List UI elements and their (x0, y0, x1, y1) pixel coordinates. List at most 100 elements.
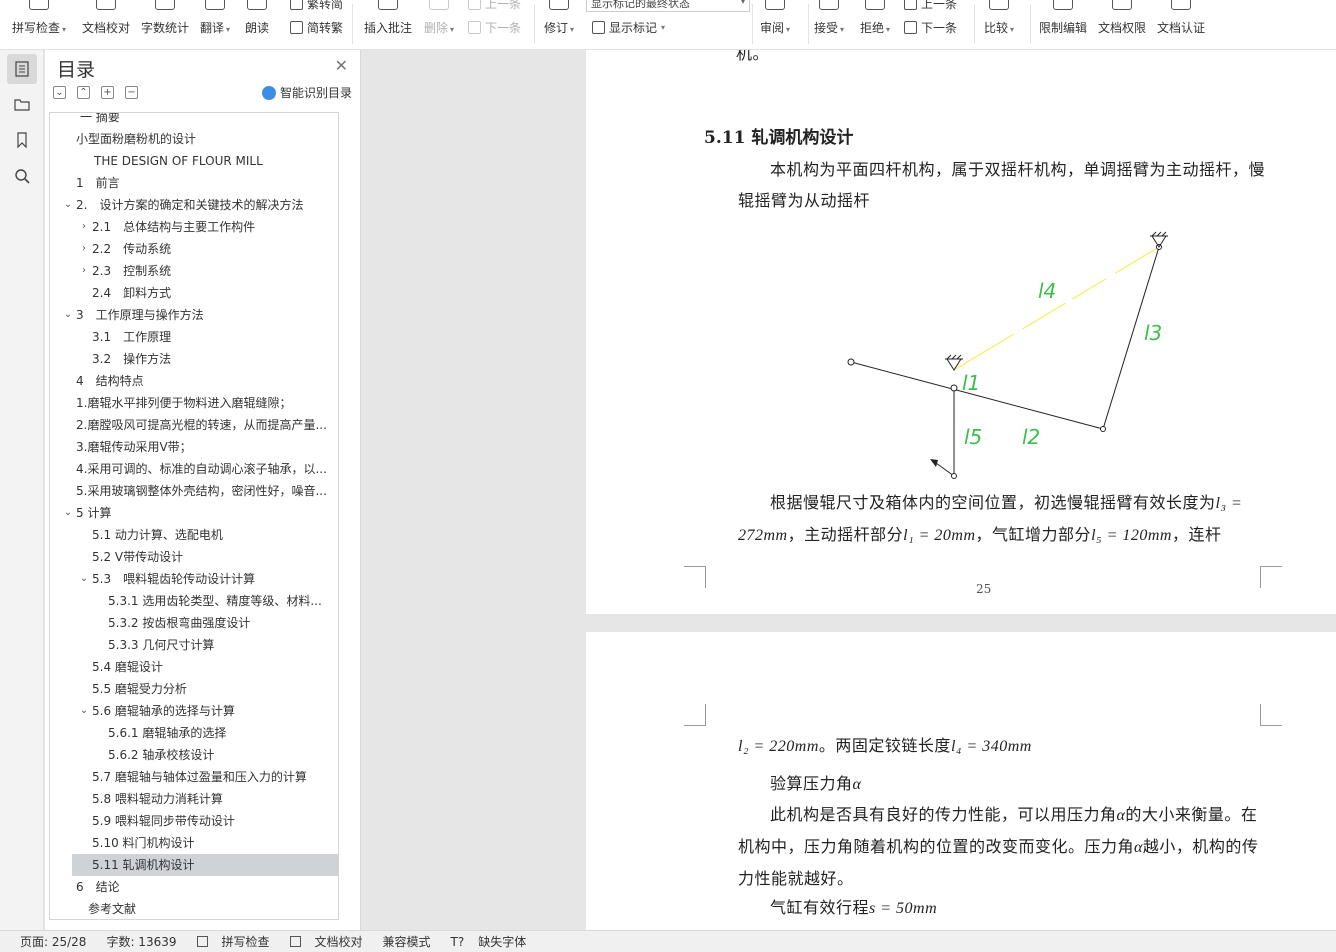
show-markup-icon (592, 20, 605, 34)
toc-item[interactable]: 5.5 磨辊受力分析 (50, 678, 338, 700)
bookmark-rail-button[interactable] (7, 125, 37, 155)
restrict-edit-button[interactable]: 限制编辑 (1039, 0, 1087, 49)
prev-revision-button[interactable]: 上一条 (904, 0, 957, 12)
spellcheck-button[interactable]: 拼写检查 ▾ (12, 0, 66, 49)
toc-item[interactable]: ⌄ 5.6 磨辊轴承的选择与计算 (50, 700, 338, 722)
next-comment-button[interactable]: 下一条 (468, 18, 521, 36)
toc-item[interactable]: › 2.3 控制系统 (50, 260, 338, 282)
side-rail (0, 50, 44, 930)
toc-item[interactable]: 参考文献 (50, 898, 338, 919)
accept-button[interactable]: 接受 ▾ (814, 0, 844, 49)
page-25: 机。 5.11 轧调机构设计 本机构为平面四杆机构，属于双摇杆机构，单调摇臂为主… (586, 50, 1336, 614)
toc-item-selected[interactable]: 5.11 轧调机构设计 (72, 854, 338, 876)
chevron-down-icon[interactable]: ⌄ (78, 700, 90, 722)
chevron-down-icon[interactable]: ⌄ (62, 502, 74, 524)
label-l5: l5 (964, 425, 982, 449)
toc-item[interactable]: 5.6.2 轴承校核设计 (50, 744, 338, 766)
chevron-down-icon[interactable]: ⌄ (78, 568, 90, 590)
word-count-indicator[interactable]: 字数: 13639 (96, 933, 176, 950)
search-rail-button[interactable] (7, 161, 37, 191)
spellcheck-status[interactable]: 拼写检查 (187, 933, 270, 950)
page-corner-mark (1260, 704, 1282, 726)
toc-item[interactable]: 5.3.2 按齿根弯曲强度设计 (50, 612, 338, 634)
toc-item[interactable]: 3.磨辊传动采用V带； (50, 436, 338, 458)
add-heading-icon[interactable]: + (101, 86, 114, 99)
toc-item[interactable]: 4 结构特点 (50, 370, 338, 392)
doc-cert-button[interactable]: 文档认证 (1157, 0, 1205, 49)
toc-item[interactable]: ⌄ 3 工作原理与操作方法 (50, 304, 338, 326)
doc-permission-button[interactable]: 文档权限 (1098, 0, 1146, 49)
toc-item[interactable]: 5.3.3 几何尺寸计算 (50, 634, 338, 656)
toc-list: 一 摘要 小型面粉磨粉机的设计 THE DESIGN OF FLOUR MILL… (49, 112, 339, 920)
toc-rail-button[interactable] (7, 54, 37, 84)
translate-button[interactable]: 翻译 ▾ (200, 0, 230, 49)
missing-font-status[interactable]: T? 缺失字体 (441, 933, 527, 950)
toc-item[interactable]: 5.4 磨辊设计 (50, 656, 338, 678)
revise-button[interactable]: 修订 ▾ (544, 0, 574, 49)
toc-item[interactable]: THE DESIGN OF FLOUR MILL (50, 150, 338, 172)
toc-item[interactable]: 5.7 磨辊轴与轴体过盈量和压入力的计算 (50, 766, 338, 788)
toc-item[interactable]: 6 结论 (50, 876, 338, 898)
toc-item[interactable]: 5.8 喂料辊动力消耗计算 (50, 788, 338, 810)
toc-item[interactable]: 5.6.1 磨辊轴承的选择 (50, 722, 338, 744)
remove-heading-icon[interactable]: − (125, 86, 138, 99)
toc-item[interactable]: 3.1 工作原理 (50, 326, 338, 348)
delete-comment-button[interactable]: 删除 ▾ (424, 0, 454, 49)
insert-comment-button[interactable]: 插入批注 (364, 0, 412, 49)
read-aloud-button[interactable]: 朗读 (245, 0, 269, 49)
joint-left (847, 358, 855, 366)
doc-proofread-button[interactable]: 文档校对 (82, 0, 130, 49)
toc-item[interactable]: 5.3.1 选用齿轮类型、精度等级、材料... (50, 590, 338, 612)
trad-to-simp-button[interactable]: 繁转简 (290, 0, 343, 12)
prev-comment-button[interactable]: 上一条 (468, 0, 521, 12)
word-count-button[interactable]: 字数统计 (141, 0, 189, 49)
smart-toc-button[interactable]: 智能识别目录 (261, 84, 352, 101)
toc-item[interactable]: 3.2 操作方法 (50, 348, 338, 370)
paragraph-1: 本机构为平面四杆机构，属于双摇杆机构，单调摇臂为主动摇杆，慢辊摇臂为从动摇杆 (738, 160, 1266, 210)
toc-panel-title: 目录 (57, 59, 96, 81)
show-markup-button[interactable]: 显示标记 ▾ (592, 18, 665, 36)
toc-item[interactable]: › 2.1 总体结构与主要工作构件 (50, 216, 338, 238)
paragraph-6: 气缸有效行程s = 50mm (770, 898, 938, 917)
toc-item[interactable]: › 2.2 传动系统 (50, 238, 338, 260)
compare-button[interactable]: 比较 ▾ (984, 0, 1014, 49)
toc-item[interactable]: 1.磨辊水平排列便于物料进入磨辊缝隙； (50, 392, 338, 414)
paragraph-3: l₂ = 220mm。两固定铰链长度l₄ = 340mm (738, 736, 1032, 755)
toc-item[interactable]: 2.4 卸料方式 (50, 282, 338, 304)
compare-icon (989, 0, 1010, 10)
toc-item[interactable]: 5.2 V带传动设计 (50, 546, 338, 568)
toc-item[interactable]: ⌄ 2. 设计方案的确定和关键技术的解决方法 (50, 194, 338, 216)
chevron-right-icon[interactable]: › (78, 238, 90, 260)
toc-item[interactable]: 1 前言 (50, 172, 338, 194)
toc-item[interactable]: 5.10 料门机构设计 (50, 832, 338, 854)
font-icon: T? (450, 934, 465, 949)
chevron-down-icon: ▾ (886, 25, 891, 34)
simp-to-trad-button[interactable]: 简转繁 (290, 18, 343, 36)
proofread-status[interactable]: 文档校对 (280, 933, 363, 950)
toc-item[interactable]: 一 摘要 (50, 113, 338, 128)
toc-item[interactable]: 小型面粉磨粉机的设计 (50, 128, 338, 150)
review-button[interactable]: 审阅 ▾ (760, 0, 790, 49)
close-icon[interactable]: ✕ (335, 56, 348, 75)
chevron-down-icon: ▾ (661, 22, 666, 32)
chapter-rail-button[interactable] (7, 89, 37, 119)
toc-item[interactable]: ⌄ 5 计算 (50, 502, 338, 524)
chevron-down-icon[interactable]: ⌄ (62, 304, 74, 326)
toc-item[interactable]: 5.9 喂料辊同步带传动设计 (50, 810, 338, 832)
reject-button[interactable]: 拒绝 ▾ (860, 0, 891, 49)
toc-item[interactable]: 2.磨膛吸风可提高光棍的转速，从而提高产量... (50, 414, 338, 436)
toc-item[interactable]: 5.1 动力计算、选配电机 (50, 524, 338, 546)
toc-item[interactable]: ⌄ 5.3 喂料辊齿轮传动设计计算 (50, 568, 338, 590)
expand-all-icon[interactable]: ⌃ (77, 86, 90, 99)
collapse-all-icon[interactable]: ⌄ (53, 86, 66, 99)
toc-item[interactable]: 4.采用可调的、标准的自动调心滚子轴承，以... (50, 458, 338, 480)
markup-state-select[interactable]: 显示标记的最终状态 ▾ (586, 0, 750, 12)
chevron-right-icon[interactable]: › (78, 216, 90, 238)
chevron-right-icon[interactable]: › (78, 260, 90, 282)
checkbox-icon (196, 936, 208, 947)
toc-item[interactable]: 5.采用玻璃钢整体外壳结构，密闭性好，噪音... (50, 480, 338, 502)
next-revision-button[interactable]: 下一条 (904, 18, 957, 36)
document-canvas: 机。 5.11 轧调机构设计 本机构为平面四杆机构，属于双摇杆机构，单调摇臂为主… (362, 50, 1336, 930)
page-indicator[interactable]: 页面: 25/28 (10, 933, 86, 950)
chevron-down-icon[interactable]: ⌄ (62, 194, 74, 216)
